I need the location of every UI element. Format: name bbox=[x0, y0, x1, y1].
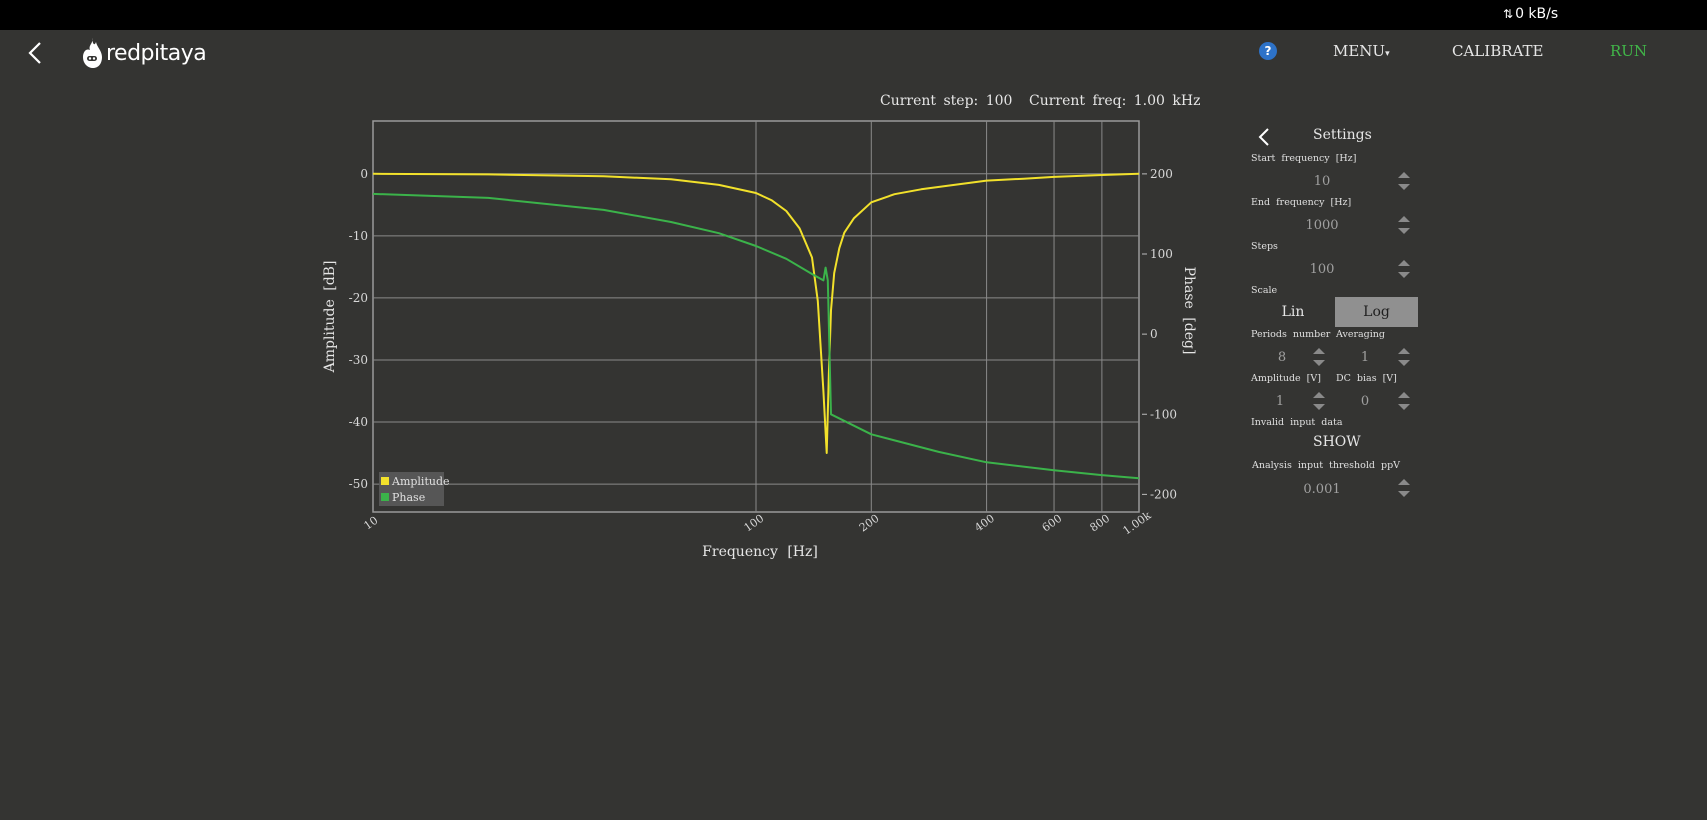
averaging-spinner[interactable] bbox=[1397, 346, 1411, 368]
x-tick-label: 10 bbox=[362, 514, 381, 533]
end-frequency-label: End frequency [Hz] bbox=[1251, 197, 1352, 208]
y-tick-label: -40 bbox=[349, 415, 368, 429]
y2-axis-label: Phase [deg] bbox=[1181, 267, 1197, 355]
y-axis-label: Amplitude [dB] bbox=[322, 261, 338, 374]
steps-spinner[interactable] bbox=[1397, 258, 1411, 280]
x-tick-label: 200 bbox=[857, 512, 882, 535]
y-tick-label: -20 bbox=[349, 291, 368, 305]
legend: Amplitude Phase bbox=[379, 472, 450, 506]
averaging-input[interactable] bbox=[1345, 350, 1385, 365]
phase-legend-label: Phase bbox=[392, 491, 425, 504]
amplitude-spinner[interactable] bbox=[1312, 390, 1326, 412]
periods-number-label: Periods number bbox=[1251, 329, 1331, 340]
amplitude-legend-swatch bbox=[381, 477, 389, 485]
start-frequency-spinner[interactable] bbox=[1397, 170, 1411, 192]
threshold-spinner[interactable] bbox=[1397, 477, 1411, 499]
scale-lin-button[interactable]: Lin bbox=[1252, 297, 1334, 327]
y-tick-label: 0 bbox=[360, 167, 368, 181]
show-button[interactable]: SHOW bbox=[1313, 434, 1361, 450]
settings-title: Settings bbox=[1313, 127, 1372, 143]
steps-label: Steps bbox=[1251, 241, 1278, 252]
y-tick-label: -30 bbox=[349, 353, 368, 367]
threshold-label: Analysis input threshold ppV bbox=[1252, 460, 1401, 471]
phase-legend-swatch bbox=[381, 493, 389, 501]
y2-tick-label: 100 bbox=[1150, 247, 1173, 261]
bode-plot[interactable]: 0 -10 -20 -30 -40 -50 10 100 200 400 600 800 1.00k 20… bbox=[0, 0, 1707, 820]
y-tick-label: -50 bbox=[349, 477, 368, 491]
steps-input[interactable] bbox=[1252, 262, 1392, 277]
threshold-input[interactable] bbox=[1252, 482, 1392, 497]
start-frequency-input[interactable] bbox=[1252, 174, 1392, 189]
y2-tick-label: 200 bbox=[1150, 167, 1173, 181]
scale-log-button[interactable]: Log bbox=[1335, 297, 1418, 327]
dc-bias-input[interactable] bbox=[1345, 394, 1385, 409]
x-tick-label: 400 bbox=[972, 512, 997, 535]
amplitude-legend-label: Amplitude bbox=[391, 475, 450, 488]
dc-bias-label: DC bias [V] bbox=[1336, 373, 1397, 384]
amplitude-input[interactable] bbox=[1260, 394, 1300, 409]
averaging-label: Averaging bbox=[1336, 329, 1385, 340]
x-axis-label: Frequency [Hz] bbox=[702, 544, 818, 560]
y2-tick-label: -100 bbox=[1150, 407, 1177, 421]
end-frequency-input[interactable] bbox=[1252, 218, 1392, 233]
y2-tick-label: -200 bbox=[1150, 487, 1177, 501]
y2-tick-label: 0 bbox=[1150, 327, 1158, 341]
end-frequency-spinner[interactable] bbox=[1397, 214, 1411, 236]
scale-label: Scale bbox=[1251, 285, 1278, 296]
settings-back-icon[interactable] bbox=[1256, 127, 1272, 147]
invalid-input-label: Invalid input data bbox=[1251, 417, 1343, 428]
x-tick-label: 800 bbox=[1088, 512, 1113, 535]
x-tick-label: 100 bbox=[742, 512, 767, 535]
x-tick-label: 600 bbox=[1040, 512, 1065, 535]
x-tick-label: 1.00k bbox=[1120, 509, 1153, 538]
periods-number-spinner[interactable] bbox=[1312, 346, 1326, 368]
start-frequency-label: Start frequency [Hz] bbox=[1251, 153, 1357, 164]
dc-bias-spinner[interactable] bbox=[1397, 390, 1411, 412]
periods-number-input[interactable] bbox=[1262, 350, 1302, 365]
y-tick-label: -10 bbox=[349, 229, 368, 243]
amplitude-label: Amplitude [V] bbox=[1251, 373, 1321, 384]
